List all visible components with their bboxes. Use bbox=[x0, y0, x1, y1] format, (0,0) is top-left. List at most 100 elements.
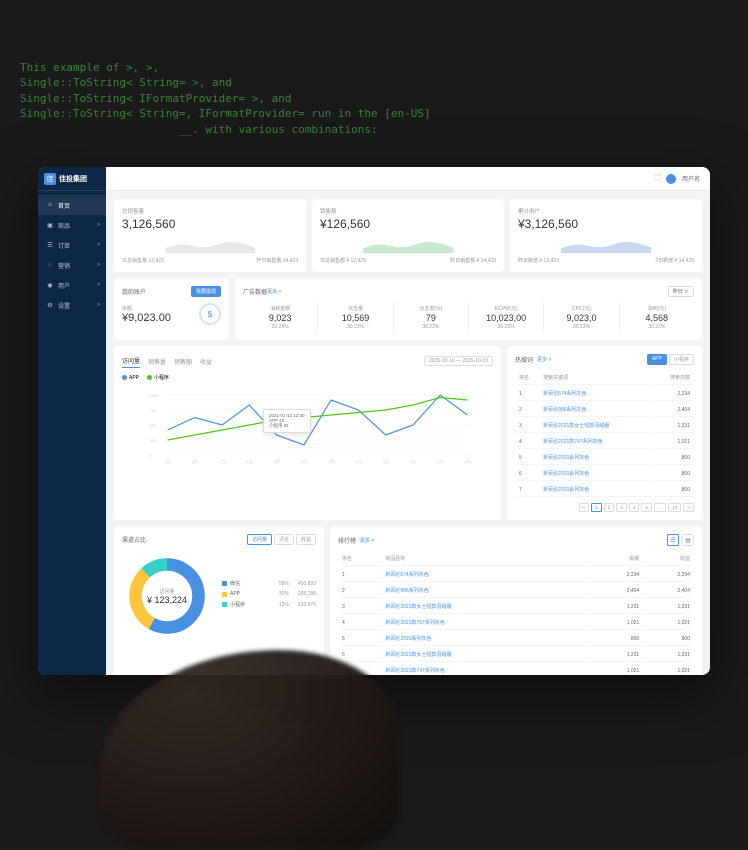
svg-text:1月: 1月 bbox=[164, 459, 170, 464]
chart-tab-1[interactable]: 销售量 bbox=[148, 355, 166, 368]
rank-name[interactable]: 新百伦2021款747系列灰色 bbox=[383, 664, 590, 675]
rank-rev: 1,021 bbox=[643, 664, 692, 675]
rank-row[interactable]: 4新百伦2021款707系列灰色1,0211,021 bbox=[340, 616, 692, 630]
legend-num: 450,893 bbox=[298, 581, 316, 587]
chart-legend-item-0[interactable]: APP bbox=[122, 374, 139, 381]
legend-num: 265,788 bbox=[298, 591, 316, 597]
chevron-right-icon: > bbox=[97, 302, 100, 308]
rank-num: 4 bbox=[340, 616, 381, 630]
rank-rev: 800 bbox=[643, 632, 692, 646]
nav-item-3[interactable]: ♢营销> bbox=[38, 255, 106, 275]
donut-toggle-1[interactable]: 评论 bbox=[274, 534, 294, 545]
tablet-frame: 佳 佳投集团 ⌂首页▣商品>☰订单>♢营销>◉用户>⚙设置> ⛶ 用户名 总销售… bbox=[38, 167, 710, 675]
search-keyword[interactable]: 新百伦574系列灰色 bbox=[541, 387, 652, 401]
search-keyword[interactable]: 新百伦2020系列灰色 bbox=[541, 467, 652, 481]
nav-item-5[interactable]: ⚙设置> bbox=[38, 295, 106, 315]
donut-toggle-2[interactable]: 收益 bbox=[296, 534, 316, 545]
chart-search-row: 访问量销售量销售额收益2015-10-10 — 2015-10-10 APP小程… bbox=[114, 346, 702, 520]
search-row[interactable]: 3新百伦2021款女士短款羽绒服1,231 bbox=[517, 419, 692, 433]
search-toggle-1[interactable]: 小程序 bbox=[669, 354, 694, 365]
nav-item-0[interactable]: ⌂首页 bbox=[38, 195, 106, 215]
expand-icon[interactable]: ⛶ bbox=[655, 175, 660, 183]
summary-foot-left: 日总销售量 12,423 bbox=[122, 257, 164, 264]
chart-tab-3[interactable]: 收益 bbox=[200, 355, 212, 368]
summary-value: ¥126,560 bbox=[320, 217, 496, 231]
rank-more-link[interactable]: 更多 > bbox=[360, 537, 374, 544]
pager-item[interactable]: 10 bbox=[668, 503, 681, 512]
summary-foot-left: 日总销售额 ¥ 12,423 bbox=[320, 257, 366, 264]
avatar[interactable] bbox=[666, 174, 676, 184]
rank-name[interactable]: 新百伦2021款707系列灰色 bbox=[383, 616, 590, 630]
chart-legend-item-1[interactable]: 小程序 bbox=[147, 374, 169, 381]
pager-item[interactable]: > bbox=[683, 503, 694, 512]
search-rank: 4 bbox=[517, 435, 539, 449]
search-keyword[interactable]: 新百伦2021款女士短款羽绒服 bbox=[541, 419, 652, 433]
list-view-icon[interactable]: ☰ bbox=[667, 534, 679, 546]
pager-item[interactable]: < bbox=[579, 503, 590, 512]
pager-item[interactable]: 3 bbox=[616, 503, 627, 512]
rank-row[interactable]: 3新百伦2021款女士短款羽绒服1,2311,231 bbox=[340, 600, 692, 614]
metric-value: 9,023 bbox=[243, 313, 317, 323]
coin-icon: $ bbox=[199, 303, 221, 325]
metric-pct: 30.23% bbox=[394, 324, 468, 330]
logo-icon: 佳 bbox=[44, 173, 56, 185]
rank-name[interactable]: 新百伦996系列灰色 bbox=[383, 584, 590, 598]
chart-daterange[interactable]: 2015-10-10 — 2015-10-10 bbox=[424, 356, 493, 366]
metrics-period-select[interactable]: 昨日 ∨ bbox=[668, 286, 694, 297]
rank-name[interactable]: 新百伦2021款女士短款羽绒服 bbox=[383, 648, 590, 662]
donut-legend-item-2[interactable]: 小程序12%133,676 bbox=[222, 601, 316, 608]
donut-chart: 访问量 ¥ 123,224 bbox=[122, 551, 212, 641]
svg-text:4月: 4月 bbox=[437, 459, 443, 464]
legend-num: 133,676 bbox=[298, 602, 316, 608]
donut-toggle-0[interactable]: 访问量 bbox=[247, 534, 272, 545]
rank-name[interactable]: 新百伦2020系列灰色 bbox=[383, 632, 590, 646]
search-keyword[interactable]: 新百伦2021款747系列灰色 bbox=[541, 435, 652, 449]
grid-view-icon[interactable]: ▦ bbox=[682, 534, 694, 546]
search-row[interactable]: 7新百伦2020系列灰色800 bbox=[517, 483, 692, 497]
rank-row[interactable]: 5新百伦2020系列灰色800800 bbox=[340, 632, 692, 646]
search-more-link[interactable]: 更多 > bbox=[537, 356, 551, 363]
search-toggle-0[interactable]: APP bbox=[647, 354, 667, 365]
pager-item[interactable]: 4 bbox=[629, 503, 640, 512]
pager-item[interactable]: 1 bbox=[591, 503, 602, 512]
withdraw-button[interactable]: 我要提现 bbox=[191, 286, 221, 297]
donut-legend-item-0[interactable]: 微信58%450,893 bbox=[222, 580, 316, 587]
username[interactable]: 用户名 bbox=[682, 174, 700, 183]
pager-item[interactable]: 5 bbox=[641, 503, 652, 512]
legend-label: 小程序 bbox=[230, 601, 245, 608]
svg-text:500: 500 bbox=[150, 423, 157, 428]
nav-item-2[interactable]: ☰订单> bbox=[38, 235, 106, 255]
donut-legend-item-1[interactable]: APP30%265,788 bbox=[222, 591, 316, 597]
metrics-row: 消耗金额9,02330.23%点击量10,56930.23%点击率(%)7930… bbox=[243, 303, 694, 332]
search-row[interactable]: 6新百伦2020系列灰色800 bbox=[517, 467, 692, 481]
rank-name[interactable]: 新百伦574系列灰色 bbox=[383, 568, 590, 582]
legend-dot bbox=[122, 375, 127, 380]
nav-item-4[interactable]: ◉用户> bbox=[38, 275, 106, 295]
metric-3: ECPM(元)10,023,0030.23% bbox=[469, 303, 544, 332]
rank-name[interactable]: 新百伦2021款女士短款羽绒服 bbox=[383, 600, 590, 614]
content: 总销售量 3,126,560 日总销售量 12,423昨日销售量 14,423销… bbox=[106, 191, 710, 675]
search-row[interactable]: 4新百伦2021款747系列灰色1,021 bbox=[517, 435, 692, 449]
search-row[interactable]: 5新百伦2020系列灰色800 bbox=[517, 451, 692, 465]
nav-item-1[interactable]: ▣商品> bbox=[38, 215, 106, 235]
search-row[interactable]: 2新百伦996系列灰色2,404 bbox=[517, 403, 692, 417]
search-keyword[interactable]: 新百伦996系列灰色 bbox=[541, 403, 652, 417]
pager-item[interactable]: … bbox=[654, 503, 667, 512]
search-row[interactable]: 1新百伦574系列灰色2,234 bbox=[517, 387, 692, 401]
rank-row[interactable]: 2新百伦996系列灰色2,4042,404 bbox=[340, 584, 692, 598]
rank-sales: 2,404 bbox=[592, 584, 641, 598]
rank-col-3: 收益 bbox=[643, 552, 692, 566]
svg-text:0: 0 bbox=[150, 453, 153, 458]
summary-label: 销售额 bbox=[320, 207, 496, 215]
svg-text:1200: 1200 bbox=[150, 393, 160, 398]
search-keyword[interactable]: 新百伦2020系列灰色 bbox=[541, 451, 652, 465]
rank-row[interactable]: 1新百伦574系列灰色2,2342,294 bbox=[340, 568, 692, 582]
rank-row[interactable]: 6新百伦2021款女士短款羽绒服1,2311,231 bbox=[340, 648, 692, 662]
chart-tab-0[interactable]: 访问量 bbox=[122, 354, 140, 368]
search-keyword[interactable]: 新百伦2020系列灰色 bbox=[541, 483, 652, 497]
rank-row[interactable]: 7新百伦2021款747系列灰色1,0211,021 bbox=[340, 664, 692, 675]
pager-item[interactable]: 2 bbox=[604, 503, 615, 512]
chart-tab-2[interactable]: 销售额 bbox=[174, 355, 192, 368]
metrics-more-link[interactable]: 更多 > bbox=[267, 288, 281, 295]
logo[interactable]: 佳 佳投集团 bbox=[38, 167, 106, 191]
